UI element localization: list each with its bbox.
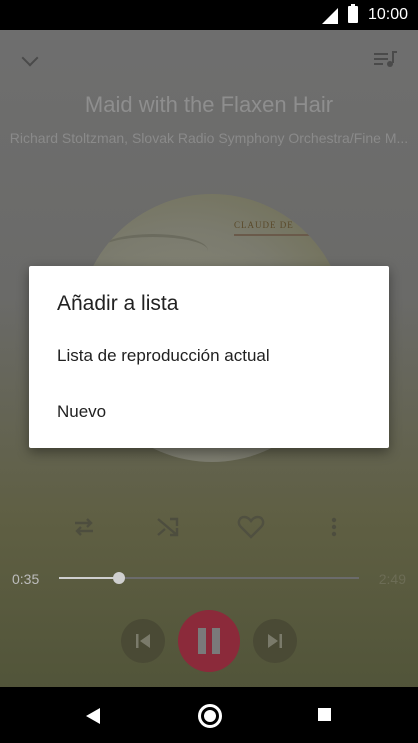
chevron-down-icon[interactable] bbox=[21, 49, 39, 67]
new-playlist-option[interactable]: Nuevo bbox=[29, 388, 389, 436]
back-icon[interactable] bbox=[86, 708, 100, 724]
pause-icon bbox=[198, 628, 206, 654]
battery-icon bbox=[348, 4, 358, 23]
more-vert-icon[interactable] bbox=[319, 512, 349, 542]
next-button[interactable] bbox=[253, 619, 297, 663]
track-title: Maid with the Flaxen Hair bbox=[84, 92, 334, 117]
skip-next-icon bbox=[268, 634, 282, 648]
home-icon[interactable] bbox=[198, 704, 222, 728]
elapsed-time: 0:35 bbox=[12, 571, 40, 587]
album-art-rule bbox=[234, 234, 314, 236]
pause-button[interactable] bbox=[178, 610, 240, 672]
pause-icon bbox=[212, 628, 220, 654]
previous-button[interactable] bbox=[121, 619, 165, 663]
seek-bar-thumb[interactable] bbox=[113, 572, 125, 584]
dialog-title: Añadir a lista bbox=[57, 292, 179, 315]
heart-icon[interactable] bbox=[236, 512, 266, 542]
current-playlist-option[interactable]: Lista de reproducción actual bbox=[29, 332, 389, 380]
album-art-swirl bbox=[98, 234, 208, 267]
music-player-screen: 10:00 Maid with the Flaxen Hair Richard … bbox=[0, 0, 418, 743]
skip-previous-icon bbox=[136, 634, 150, 648]
seek-bar-progress bbox=[59, 577, 119, 579]
signal-icon bbox=[322, 8, 338, 24]
total-time: 2:49 bbox=[378, 571, 406, 587]
option-label: Nuevo bbox=[57, 402, 107, 421]
album-art-text: CLAUDE DE bbox=[234, 220, 294, 230]
add-to-playlist-dialog: Añadir a lista Lista de reproducción act… bbox=[29, 266, 389, 448]
queue-music-icon[interactable] bbox=[373, 50, 399, 70]
repeat-icon[interactable] bbox=[69, 512, 99, 542]
status-bar: 10:00 bbox=[0, 0, 418, 30]
shuffle-icon[interactable] bbox=[153, 512, 183, 542]
navigation-bar bbox=[0, 687, 418, 743]
recents-icon[interactable] bbox=[318, 708, 331, 721]
status-time: 10:00 bbox=[367, 6, 408, 23]
option-label: Lista de reproducción actual bbox=[57, 346, 270, 365]
track-artist: Richard Stoltzman, Slovak Radio Symphony… bbox=[9, 130, 409, 146]
seek-bar[interactable] bbox=[59, 572, 359, 584]
